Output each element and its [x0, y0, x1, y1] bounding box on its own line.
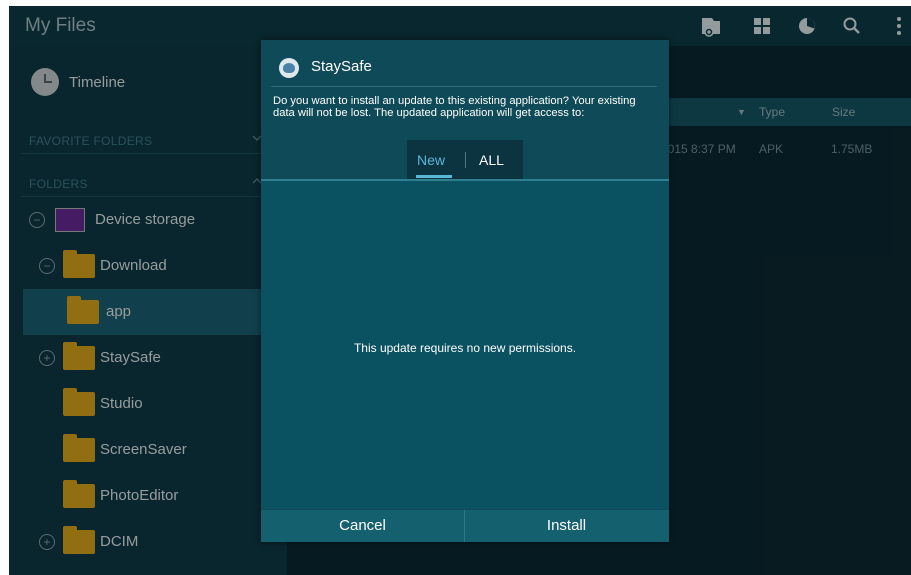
dialog-message: Do you want to install an update to this… [273, 95, 636, 119]
dialog-header: StaySafe [261, 40, 669, 88]
divider [271, 86, 657, 87]
screen: My Files Timeline FAVORITE FOLDERS FOLDE… [9, 6, 911, 575]
cancel-button[interactable]: Cancel [261, 510, 464, 542]
tab-indicator [416, 175, 452, 178]
install-button[interactable]: Install [465, 510, 668, 542]
app-icon [279, 58, 299, 78]
tab-new[interactable]: New [417, 152, 445, 168]
dialog-buttons: Cancel Install [261, 510, 669, 542]
divider [465, 152, 466, 168]
dialog-title: StaySafe [311, 58, 372, 75]
install-dialog: StaySafe Do you want to install an updat… [261, 40, 669, 542]
no-permissions-text: This update requires no new permissions. [353, 341, 577, 355]
tab-all[interactable]: ALL [479, 152, 504, 168]
permission-tabs: New ALL [407, 140, 523, 180]
permissions-panel: This update requires no new permissions. [261, 181, 669, 509]
